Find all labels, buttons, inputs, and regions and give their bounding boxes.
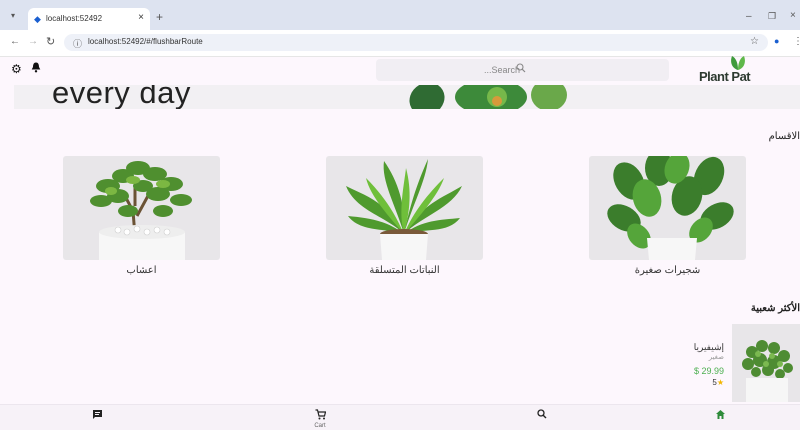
- cart-icon: [308, 409, 332, 423]
- nav-home[interactable]: [713, 409, 727, 423]
- nav-chat[interactable]: [90, 409, 104, 423]
- minimize-icon[interactable]: –: [746, 11, 752, 22]
- category-card-climbing[interactable]: [326, 156, 483, 260]
- category-label-shrubs: شجيرات صغيرة: [634, 265, 701, 276]
- category-card-shrubs[interactable]: [589, 156, 746, 260]
- browser-tab[interactable]: ◆ localhost:52492 ×: [28, 8, 150, 30]
- back-icon[interactable]: ←: [10, 36, 20, 47]
- favicon-icon: ◆: [34, 14, 41, 24]
- gear-icon[interactable]: ⚙: [11, 62, 22, 76]
- app-logo: Plant Pat: [699, 56, 769, 85]
- product-card-image[interactable]: [732, 324, 800, 402]
- product-name: إشيفيريا: [693, 342, 724, 352]
- profile-icon[interactable]: ●: [774, 36, 779, 46]
- bottom-navigation: Cart: [0, 404, 800, 430]
- jade-plant-image: [90, 161, 192, 260]
- browser-address-bar: ← → ↻ ⓘ localhost:52492/#/flushbarRoute …: [0, 30, 800, 57]
- echeveria-plant-image: [742, 340, 793, 402]
- star-rating-icon: ★: [716, 378, 724, 387]
- pothos-plant-image: [607, 156, 734, 260]
- tab-title: localhost:52492: [46, 14, 103, 23]
- nav-cart-label: Cart: [314, 423, 326, 429]
- close-icon[interactable]: ×: [138, 12, 144, 23]
- search-icon: [535, 409, 549, 422]
- home-icon: [713, 409, 727, 423]
- logo-text: Plant Pat: [699, 69, 751, 84]
- window-close-icon[interactable]: ×: [790, 10, 796, 21]
- search-icon[interactable]: [516, 63, 526, 76]
- product-price: $ 29.99: [693, 366, 724, 376]
- chat-icon: [90, 409, 104, 423]
- banner-plant-image: [409, 85, 567, 109]
- category-label-herbs: اعشاب: [126, 265, 157, 276]
- app-header: ⚙ ...Search Plant Pat: [0, 56, 800, 85]
- category-label-climbing: النباتات المتسلقة: [369, 265, 440, 276]
- reload-icon[interactable]: ↻: [46, 35, 55, 48]
- forward-icon[interactable]: →: [28, 36, 38, 47]
- site-info-icon[interactable]: ⓘ: [73, 37, 82, 50]
- category-card-herbs[interactable]: [63, 156, 220, 260]
- nav-search[interactable]: [535, 409, 549, 422]
- tab-dropdown-icon[interactable]: ▾: [8, 11, 18, 21]
- search-placeholder: ...Search: [484, 65, 521, 75]
- url-text: localhost:52492/#/flushbarRoute: [88, 37, 203, 46]
- new-tab-icon[interactable]: +: [156, 11, 163, 23]
- search-input[interactable]: ...Search: [376, 59, 669, 81]
- categories-title: الاقسام: [768, 131, 800, 142]
- fern-plant-image: [346, 159, 462, 260]
- nav-cart[interactable]: Cart: [308, 409, 332, 429]
- browser-tab-bar: ▾ ◆ localhost:52492 × + – ❐ ×: [0, 0, 800, 30]
- maximize-icon[interactable]: ❐: [768, 11, 776, 22]
- product-category: صغير: [708, 354, 724, 361]
- url-field[interactable]: ⓘ localhost:52492/#/flushbarRoute: [64, 34, 768, 51]
- bell-icon[interactable]: [31, 62, 41, 76]
- product-rating: 5★: [712, 378, 724, 387]
- popular-title: الأكثر شعبية: [750, 303, 800, 314]
- star-icon[interactable]: ☆: [750, 36, 759, 47]
- menu-icon[interactable]: ⋮: [793, 36, 800, 47]
- banner-text: every day: [52, 85, 191, 109]
- hero-banner[interactable]: every day: [14, 85, 800, 109]
